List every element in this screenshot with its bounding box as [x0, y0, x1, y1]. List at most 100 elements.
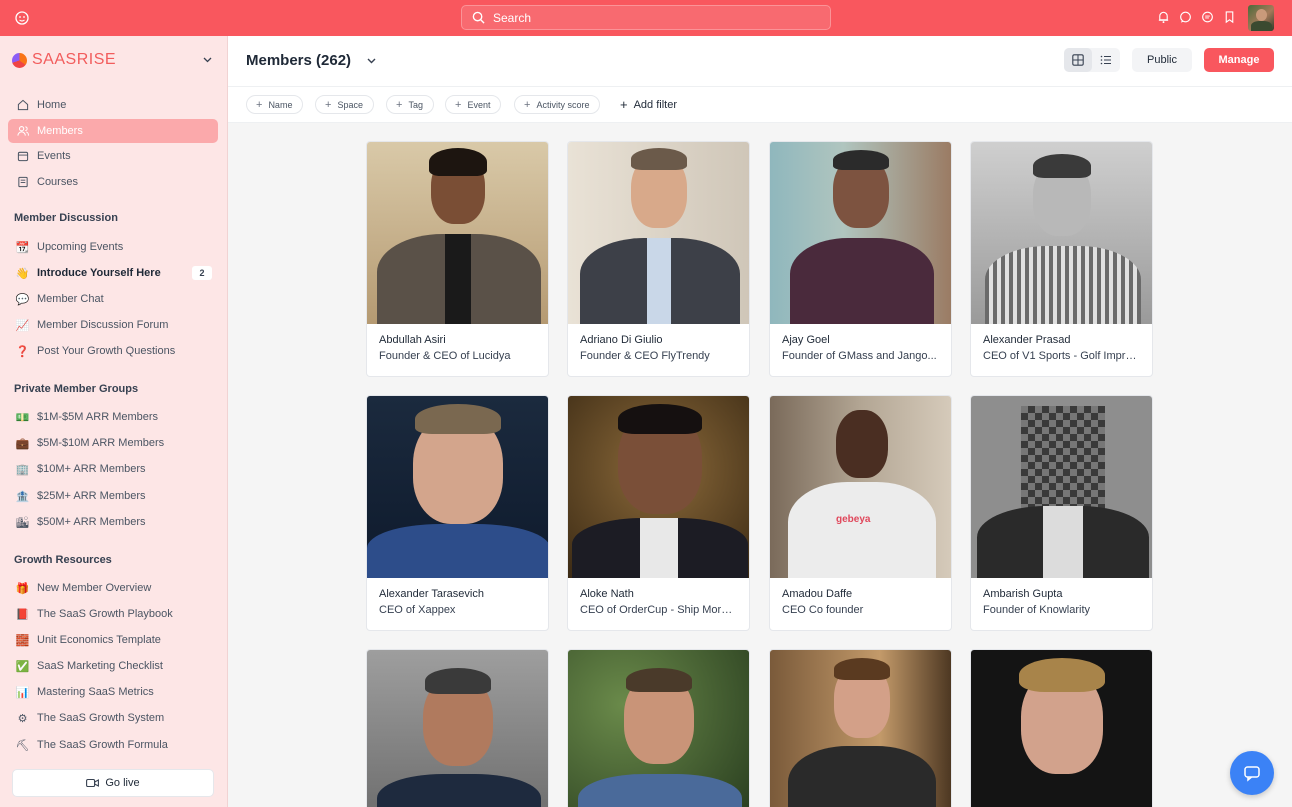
sidebar-item-1m-5m[interactable]: 💵 $1M-$5M ARR Members — [8, 405, 218, 429]
plus-icon: + — [396, 98, 403, 111]
plus-icon: + — [620, 97, 628, 112]
community-logo-icon[interactable] — [14, 10, 30, 26]
chevron-down-icon[interactable] — [367, 58, 376, 64]
manage-button[interactable]: Manage — [1204, 48, 1274, 72]
member-photo — [568, 396, 749, 578]
sidebar-item-upcoming-events[interactable]: 📆 Upcoming Events — [8, 235, 218, 259]
page-title[interactable]: Members (262) — [246, 52, 351, 69]
member-role: Founder of Knowlarity — [983, 604, 1090, 616]
user-avatar[interactable] — [1248, 5, 1274, 31]
grid-view-icon[interactable] — [1064, 48, 1092, 72]
bookmark-icon[interactable] — [1223, 10, 1236, 24]
sidebar-item-growth-questions[interactable]: ❓ Post Your Growth Questions — [8, 339, 218, 363]
member-card[interactable] — [970, 649, 1153, 807]
sidebar-item-member-chat[interactable]: 💬 Member Chat — [8, 287, 218, 311]
sidebar-item-growth-system[interactable]: ⚙ The SaaS Growth System — [8, 706, 218, 730]
filter-chip-label: Name — [268, 99, 293, 110]
sidebar-item-label: Unit Economics Template — [37, 634, 161, 646]
member-card[interactable]: Adriano Di Giulio Founder & CEO FlyTrendy — [567, 141, 750, 377]
sidebar-item-label: Post Your Growth Questions — [37, 345, 176, 357]
sidebar-item-growth-playbook[interactable]: 📕 The SaaS Growth Playbook — [8, 602, 218, 626]
filter-chip-activity-score[interactable]: + Activity score — [514, 95, 601, 114]
sidebar-item-10m[interactable]: 🏢 $10M+ ARR Members — [8, 457, 218, 481]
chat-bubble-icon[interactable] — [1179, 10, 1192, 24]
member-card[interactable] — [567, 649, 750, 807]
sidebar-item-5m-10m[interactable]: 💼 $5M-$10M ARR Members — [8, 431, 218, 455]
search-input[interactable]: Search — [461, 5, 831, 30]
plus-icon: + — [524, 98, 531, 111]
sidebar-item-label: $50M+ ARR Members — [37, 516, 146, 528]
member-photo — [971, 396, 1152, 578]
nav-members[interactable]: Members — [8, 119, 218, 143]
member-photo — [971, 650, 1152, 807]
sidebar-item-introduce-yourself[interactable]: 👋 Introduce Yourself Here 2 — [8, 261, 218, 285]
sidebar-item-saas-metrics[interactable]: 📊 Mastering SaaS Metrics — [8, 680, 218, 704]
section-title-private-groups: Private Member Groups — [14, 383, 139, 395]
member-name: Ajay Goel — [782, 334, 830, 346]
filter-chip-name[interactable]: + Name — [246, 95, 304, 114]
bar-chart-emoji-icon: 📊 — [15, 686, 30, 699]
sidebar-item-label: Member Chat — [37, 293, 104, 305]
member-card[interactable]: Abdullah Asiri Founder & CEO of Lucidya — [366, 141, 549, 377]
search-icon — [472, 11, 485, 24]
filter-chip-tag[interactable]: + Tag — [386, 95, 434, 114]
search-placeholder: Search — [493, 10, 532, 25]
chevron-down-icon[interactable] — [203, 57, 212, 63]
member-role: CEO of OrderCup - Ship More,... — [580, 604, 737, 616]
view-toggle — [1064, 48, 1120, 72]
sidebar-item-marketing-checklist[interactable]: ✅ SaaS Marketing Checklist — [8, 654, 218, 678]
member-photo — [367, 142, 548, 324]
filter-chip-event[interactable]: + Event — [445, 95, 502, 114]
money-emoji-icon: 💵 — [15, 411, 30, 424]
list-view-icon[interactable] — [1092, 48, 1120, 72]
brand-logo-icon — [12, 52, 27, 68]
chart-emoji-icon: 📈 — [15, 319, 30, 332]
office-emoji-icon: 🏢 — [15, 463, 30, 476]
sidebar-item-unit-economics[interactable]: 🧱 Unit Economics Template — [8, 628, 218, 652]
filter-chip-space[interactable]: + Space — [315, 95, 374, 114]
add-filter-label: Add filter — [633, 98, 678, 111]
sidebar-item-label: Upcoming Events — [37, 241, 124, 253]
member-name: Abdullah Asiri — [379, 334, 446, 346]
speech-bubble-emoji-icon: 💬 — [15, 293, 30, 306]
bell-icon[interactable] — [1157, 10, 1170, 24]
nav-courses[interactable]: Courses — [8, 170, 218, 194]
sidebar-item-50m[interactable]: 🏙 $50M+ ARR Members — [8, 510, 218, 534]
go-live-button[interactable]: Go live — [12, 769, 214, 797]
member-card[interactable]: Ambarish Gupta Founder of Knowlarity — [970, 395, 1153, 631]
member-card[interactable] — [366, 649, 549, 807]
sidebar-item-growth-formula[interactable]: ⛏ The SaaS Growth Formula — [8, 733, 218, 757]
nav-label: Courses — [37, 176, 78, 188]
member-card[interactable] — [769, 649, 952, 807]
support-chat-button[interactable] — [1230, 751, 1274, 795]
member-role: Founder & CEO of Lucidya — [379, 350, 511, 362]
member-card[interactable]: Alexander Tarasevich CEO of Xappex — [366, 395, 549, 631]
member-card[interactable]: Alexander Prasad CEO of V1 Sports - Golf … — [970, 141, 1153, 377]
calendar-emoji-icon: 📆 — [15, 241, 30, 254]
member-photo — [770, 650, 951, 807]
sidebar-item-label: New Member Overview — [37, 582, 152, 594]
sidebar-item-25m[interactable]: 🏦 $25M+ ARR Members — [8, 484, 218, 508]
gift-emoji-icon: 🎁 — [15, 582, 30, 595]
question-emoji-icon: ❓ — [15, 345, 30, 358]
brand[interactable]: SAASRISE — [12, 51, 116, 69]
nav-label: Home — [37, 99, 67, 111]
sidebar-item-label: Member Discussion Forum — [37, 319, 169, 331]
member-photo — [568, 650, 749, 807]
member-card[interactable]: Aloke Nath CEO of OrderCup - Ship More,..… — [567, 395, 750, 631]
chat-icon — [1244, 766, 1260, 782]
member-card[interactable]: gebeya Amadou Daffe CEO Co founder — [769, 395, 952, 631]
nav-label: Members — [37, 125, 83, 137]
sidebar-item-label: The SaaS Growth Formula — [37, 739, 168, 751]
member-name: Alexander Tarasevich — [379, 588, 484, 600]
public-button[interactable]: Public — [1132, 48, 1192, 72]
member-name: Ambarish Gupta — [983, 588, 1063, 600]
messages-icon[interactable] — [1201, 10, 1214, 24]
nav-events[interactable]: Events — [8, 144, 218, 168]
nav-home[interactable]: Home — [8, 93, 218, 117]
add-filter-button[interactable]: + Add filter — [620, 97, 677, 112]
courses-icon — [16, 176, 29, 189]
member-card[interactable]: Ajay Goel Founder of GMass and Jango... — [769, 141, 952, 377]
sidebar-item-new-member-overview[interactable]: 🎁 New Member Overview — [8, 576, 218, 600]
sidebar-item-discussion-forum[interactable]: 📈 Member Discussion Forum — [8, 313, 218, 337]
